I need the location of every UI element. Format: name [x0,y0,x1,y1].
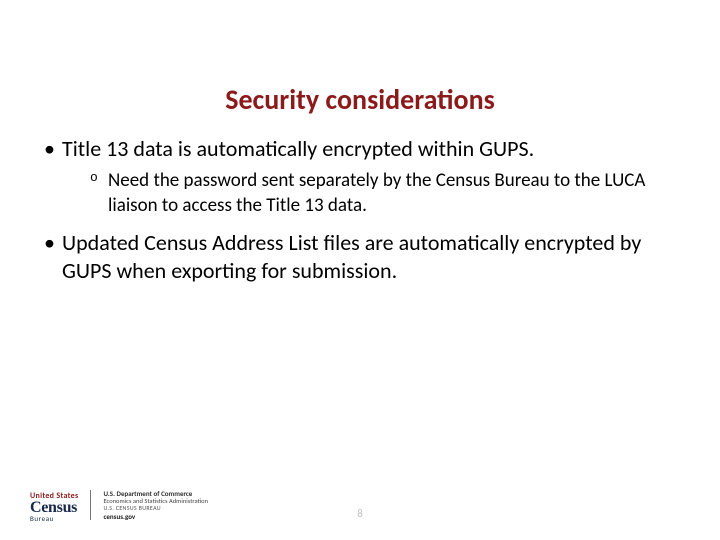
slide-body: Title 13 data is automatically encrypted… [40,135,680,295]
sub-bullet-text: Need the password sent separately by the… [108,169,645,217]
bullet-item: Updated Census Address List files are au… [40,229,680,285]
page-number: 8 [0,507,720,520]
bullet-list: Title 13 data is automatically encrypted… [40,135,680,285]
bullet-text: Updated Census Address List files are au… [62,229,641,284]
slide: Security considerations Title 13 data is… [0,0,720,540]
bullet-text: Title 13 data is automatically encrypted… [62,135,534,162]
bullet-item: Title 13 data is automatically encrypted… [40,135,680,219]
sub-bullet-list: Need the password sent separately by the… [62,169,680,218]
slide-title: Security considerations [0,82,720,117]
sub-bullet-item: Need the password sent separately by the… [90,169,680,218]
